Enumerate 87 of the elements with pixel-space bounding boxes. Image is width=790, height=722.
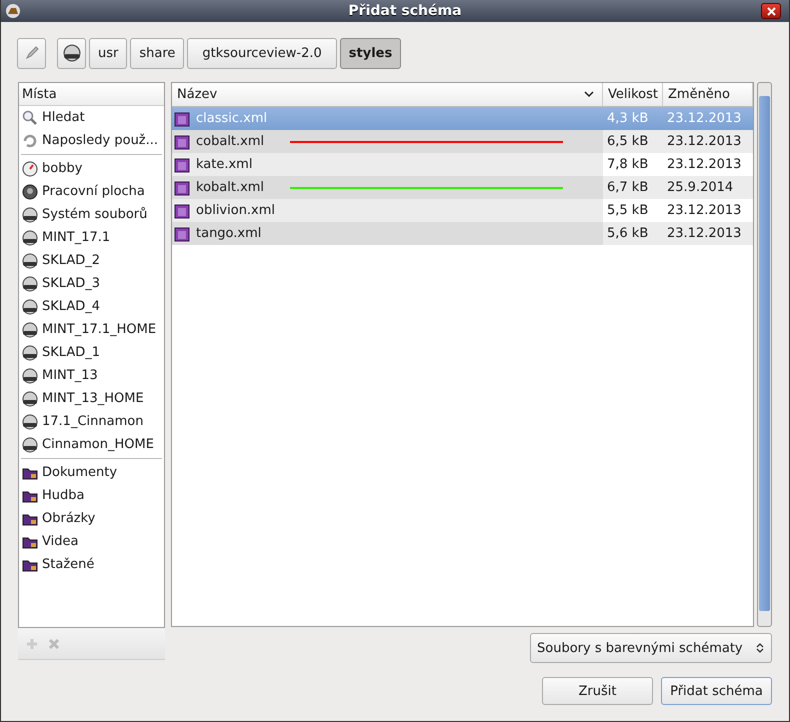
place-item[interactable]: Naposledy použ...	[21, 129, 162, 152]
file-row[interactable]: kobalt.xml 6,7 kB 25.9.2014	[172, 176, 753, 199]
place-item[interactable]: 17.1_Cinnamon	[21, 410, 162, 433]
file-name: oblivion.xml	[196, 203, 276, 218]
place-item[interactable]: Systém souborů	[21, 203, 162, 226]
place-item[interactable]: MINT_13	[21, 364, 162, 387]
close-button[interactable]	[761, 3, 781, 19]
pencil-icon	[24, 45, 40, 61]
drive-icon	[22, 160, 38, 176]
place-item[interactable]: MINT_17.1	[21, 226, 162, 249]
path-button[interactable]: usr	[89, 38, 128, 68]
file-name: classic.xml	[196, 111, 268, 126]
drive-icon	[22, 298, 38, 314]
drive-icon	[22, 344, 38, 360]
table-cell: 5,6 kB	[603, 222, 663, 245]
drive-icon	[22, 206, 38, 222]
place-item[interactable]: Pracovní plocha	[21, 180, 162, 203]
file-icon	[174, 202, 190, 218]
sort-icon	[584, 91, 594, 98]
drive-icon	[22, 390, 38, 406]
app-icon	[5, 3, 21, 19]
remove-icon[interactable]	[48, 638, 60, 650]
place-item[interactable]: SKLAD_1	[21, 341, 162, 364]
table-cell: 5,5 kB	[603, 199, 663, 222]
file-row[interactable]: tango.xml 5,6 kB 23.12.2013	[172, 222, 753, 245]
file-name: kobalt.xml	[196, 180, 266, 195]
scrollbar[interactable]	[757, 82, 772, 627]
file-row[interactable]: cobalt.xml 6,5 kB 23.12.2013	[172, 130, 753, 153]
place-item[interactable]: Obrázky	[21, 507, 162, 530]
place-item[interactable]: MINT_17.1_HOME	[21, 318, 162, 341]
place-item[interactable]: Hledat	[21, 106, 162, 129]
file-row[interactable]: kate.xml 7,8 kB 23.12.2013	[172, 153, 753, 176]
path-button[interactable]: styles	[340, 38, 402, 68]
file-name: kate.xml	[196, 157, 254, 172]
file-icon	[174, 226, 190, 242]
drive-icon	[22, 252, 38, 268]
column-label: Název	[177, 87, 218, 102]
place-item[interactable]: Videa	[21, 530, 162, 553]
drive-icon	[62, 44, 80, 62]
file-icon	[174, 156, 190, 172]
table-cell: 6,5 kB	[603, 130, 663, 153]
file-name: cobalt.xml	[196, 134, 266, 149]
table-cell: 25.9.2014	[663, 176, 753, 199]
place-item[interactable]: Cinnamon_HOME	[21, 433, 162, 456]
table-cell: 23.12.2013	[663, 130, 753, 153]
place-item[interactable]: SKLAD_4	[21, 295, 162, 318]
path-button[interactable]: share	[130, 38, 184, 68]
place-item[interactable]: Dokumenty	[21, 461, 162, 484]
file-icon	[174, 110, 190, 126]
place-item[interactable]: Stažené	[21, 553, 162, 576]
drive-icon	[22, 276, 38, 292]
drive-icon	[22, 230, 38, 246]
place-item[interactable]: Hudba	[21, 484, 162, 507]
scroll-thumb[interactable]	[759, 96, 770, 611]
table-cell: 6,7 kB	[603, 176, 663, 199]
window-title: Přidat schéma	[348, 3, 462, 19]
filter-dropdown[interactable]: Soubory s barevnými schématy	[530, 633, 772, 663]
close-icon	[766, 6, 776, 16]
column-header[interactable]: Název	[172, 83, 603, 106]
file-icon	[174, 134, 190, 150]
place-item[interactable]: SKLAD_2	[21, 249, 162, 272]
file-icon	[174, 180, 190, 196]
edit-button[interactable]	[17, 38, 46, 68]
add-button[interactable]: Přidat schéma	[661, 677, 772, 705]
search-icon	[22, 110, 38, 126]
place-item[interactable]: SKLAD_3	[21, 272, 162, 295]
cancel-button[interactable]: Zrušit	[542, 677, 653, 705]
drive-icon	[22, 436, 38, 452]
drive-icon	[22, 368, 38, 384]
add-icon[interactable]	[26, 638, 38, 650]
place-item[interactable]: bobby	[21, 157, 162, 180]
table-cell: 23.12.2013	[663, 199, 753, 222]
column-header[interactable]: Změněno	[663, 83, 753, 106]
table-cell: 7,8 kB	[603, 153, 663, 176]
table-cell: 23.12.2013	[663, 153, 753, 176]
updown-icon	[755, 642, 765, 654]
drive-icon	[22, 414, 38, 430]
column-header[interactable]: Velikost	[603, 83, 663, 106]
file-row[interactable]: oblivion.xml 5,5 kB 23.12.2013	[172, 199, 753, 222]
recent-icon	[22, 132, 38, 148]
drive-icon	[22, 184, 38, 200]
place-item[interactable]: MINT_13_HOME	[21, 387, 162, 410]
path-button[interactable]	[57, 38, 86, 68]
path-button[interactable]: gtksourceview-2.0	[187, 38, 337, 68]
table-cell: 23.12.2013	[663, 222, 753, 245]
drive-icon	[22, 322, 38, 338]
file-name: tango.xml	[196, 226, 262, 241]
